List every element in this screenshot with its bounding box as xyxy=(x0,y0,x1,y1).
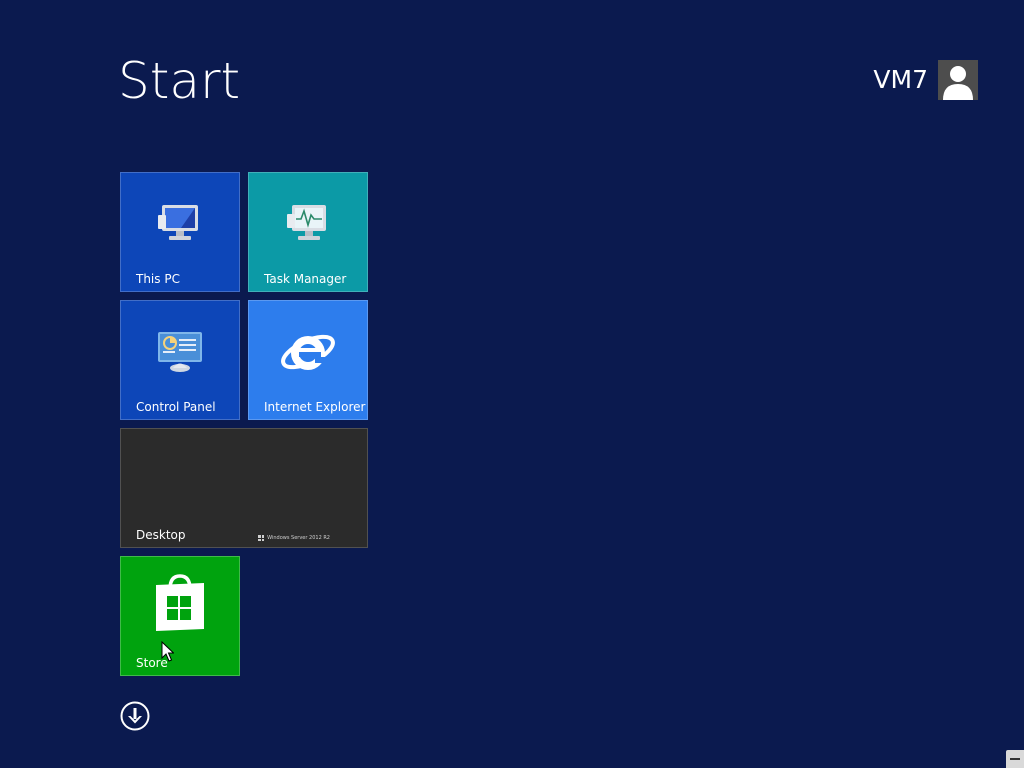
avatar xyxy=(938,60,978,100)
watermark-text: Windows Server 2012 R2 xyxy=(267,535,330,541)
down-arrow-circle-icon xyxy=(120,701,150,731)
store-bag-icon xyxy=(150,571,210,639)
user-account-button[interactable]: VM7 xyxy=(873,60,978,100)
tile-store[interactable]: Store xyxy=(120,556,240,676)
all-apps-button[interactable] xyxy=(120,701,150,731)
task-manager-icon xyxy=(284,201,332,249)
control-panel-icon xyxy=(155,329,205,379)
tile-label: Task Manager xyxy=(264,272,347,286)
tile-label: Control Panel xyxy=(136,400,216,414)
internet-explorer-icon xyxy=(279,323,337,385)
tile-task-manager[interactable]: Task Manager xyxy=(248,172,368,292)
desktop-watermark: Windows Server 2012 R2 xyxy=(258,535,330,541)
tile-internet-explorer[interactable]: Internet Explorer xyxy=(248,300,368,420)
start-screen: Start VM7 This PC Task Manager Control P… xyxy=(0,0,1024,768)
page-title: Start xyxy=(118,52,241,110)
minimize-corner-button[interactable] xyxy=(1006,750,1024,768)
tile-desktop[interactable]: Desktop Windows Server 2012 R2 xyxy=(120,428,368,548)
user-name: VM7 xyxy=(873,65,928,94)
user-silhouette-icon xyxy=(943,66,973,100)
tile-label: Internet Explorer xyxy=(264,400,366,414)
mouse-cursor-icon xyxy=(161,641,174,662)
tile-control-panel[interactable]: Control Panel xyxy=(120,300,240,420)
tile-label: This PC xyxy=(136,272,180,286)
computer-monitor-icon xyxy=(156,201,204,249)
tile-this-pc[interactable]: This PC xyxy=(120,172,240,292)
tile-label: Desktop xyxy=(136,528,186,542)
windows-logo-icon xyxy=(258,535,265,541)
